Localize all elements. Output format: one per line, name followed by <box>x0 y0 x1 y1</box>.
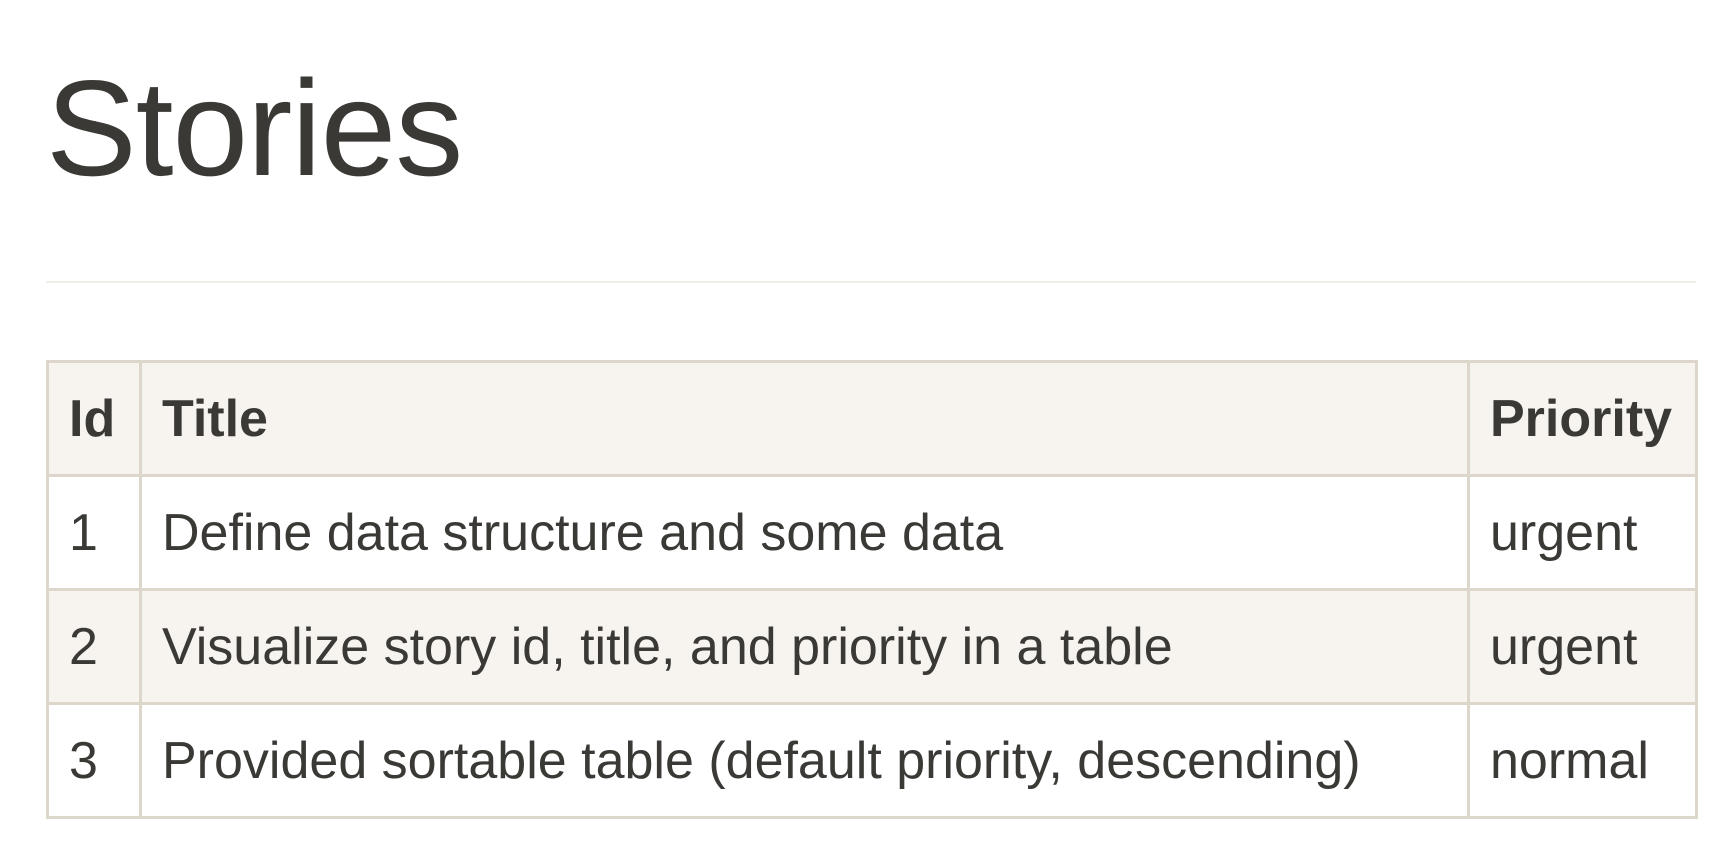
cell-id: 1 <box>46 474 142 591</box>
page-title: Stories <box>46 52 463 204</box>
cell-priority: urgent <box>1467 474 1698 591</box>
cell-id: 2 <box>46 588 142 705</box>
table-row: 2 Visualize story id, title, and priorit… <box>46 588 1698 705</box>
table-body: 1 Define data structure and some data ur… <box>46 474 1698 819</box>
cell-priority: urgent <box>1467 588 1698 705</box>
cell-title: Provided sortable table (default priorit… <box>139 702 1470 819</box>
title-divider <box>46 281 1696 283</box>
column-header-title[interactable]: Title <box>139 360 1470 477</box>
cell-priority: normal <box>1467 702 1698 819</box>
table-row: 3 Provided sortable table (default prior… <box>46 702 1698 819</box>
cell-title: Define data structure and some data <box>139 474 1470 591</box>
cell-title: Visualize story id, title, and priority … <box>139 588 1470 705</box>
stories-table: Id Title Priority 1 Define data structur… <box>46 360 1698 819</box>
header-row: Id Title Priority <box>46 360 1698 477</box>
table-row: 1 Define data structure and some data ur… <box>46 474 1698 591</box>
column-header-id[interactable]: Id <box>46 360 142 477</box>
cell-id: 3 <box>46 702 142 819</box>
column-header-priority[interactable]: Priority <box>1467 360 1698 477</box>
stories-page: Stories Id Title Priority 1 Define data … <box>0 0 1736 867</box>
table-header: Id Title Priority <box>46 360 1698 477</box>
